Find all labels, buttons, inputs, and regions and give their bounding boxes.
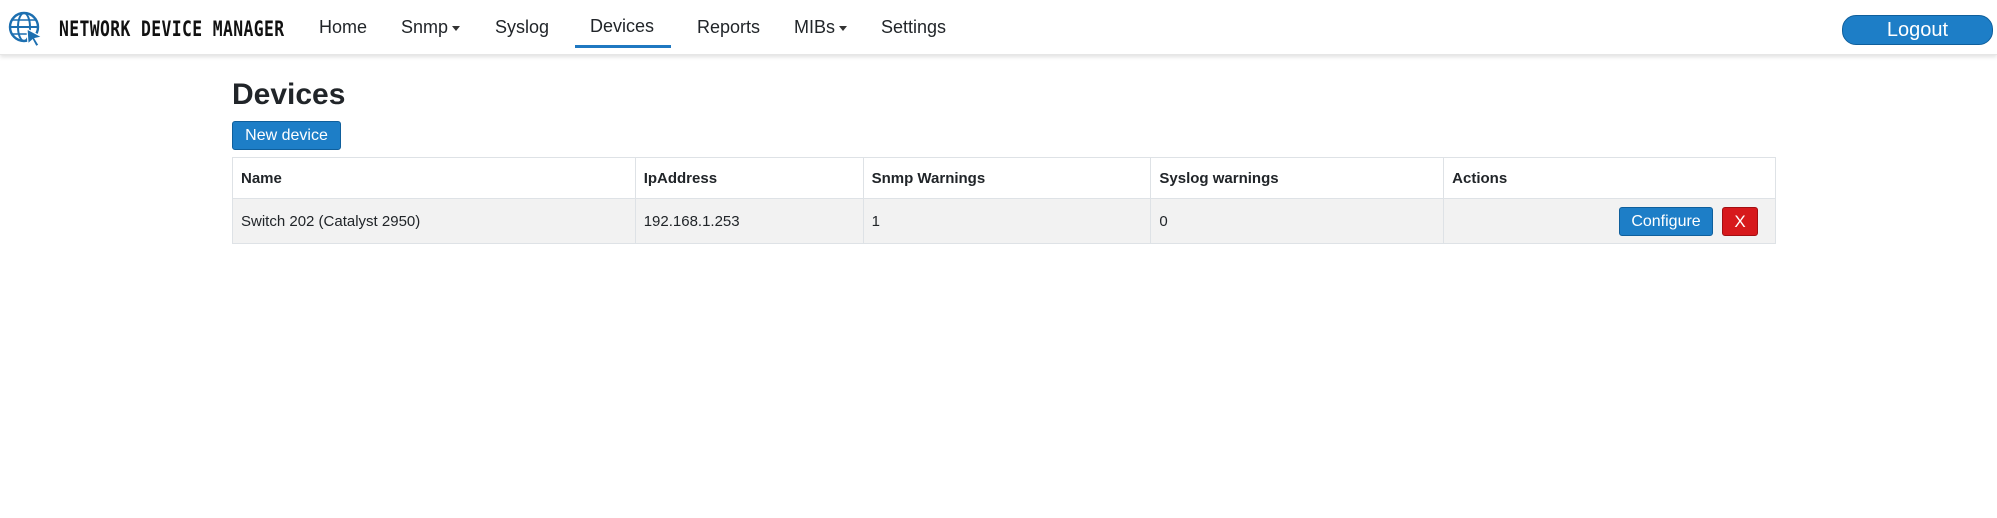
new-device-button[interactable]: New device	[232, 121, 341, 150]
active-nav-indicator	[575, 45, 671, 48]
actions-cell: Configure X	[1443, 198, 1776, 244]
column-header-ipaddress[interactable]: IpAddress	[634, 157, 864, 199]
device-ip-cell: 192.168.1.253	[634, 198, 864, 244]
delete-button[interactable]: X	[1722, 206, 1758, 236]
brand[interactable]: NETWORK DEVICE MANAGER	[7, 10, 348, 48]
syslog-warnings-cell: 0	[1150, 198, 1445, 244]
nav-home[interactable]: Home	[319, 17, 367, 38]
nav-snmp-label: Snmp	[401, 17, 449, 37]
brand-title: NETWORK DEVICE MANAGER	[59, 17, 285, 41]
table-header-row: Name IpAddress Snmp Warnings Syslog warn…	[232, 157, 1776, 199]
caret-down-icon	[839, 25, 848, 31]
globe-cursor-icon	[8, 11, 44, 48]
nav-devices[interactable]: Devices	[590, 16, 654, 37]
table-row: Switch 202 (Catalyst 2950) 192.168.1.253…	[232, 198, 1776, 244]
nav-mibs-label: MIBs	[794, 17, 836, 37]
configure-button[interactable]: Configure	[1619, 206, 1713, 236]
column-header-actions: Actions	[1443, 157, 1776, 199]
nav-reports[interactable]: Reports	[697, 17, 760, 38]
top-navbar: NETWORK DEVICE MANAGER Home Snmp Syslog …	[0, 0, 1997, 55]
column-header-name[interactable]: Name	[232, 157, 636, 199]
nav-snmp[interactable]: Snmp	[401, 17, 461, 38]
page-title: Devices	[232, 78, 346, 111]
caret-down-icon	[452, 25, 461, 31]
nav-settings[interactable]: Settings	[881, 17, 946, 38]
device-name-cell: Switch 202 (Catalyst 2950)	[232, 198, 636, 244]
logout-button[interactable]: Logout	[1842, 15, 1993, 45]
devices-table: Name IpAddress Snmp Warnings Syslog warn…	[232, 157, 1776, 244]
nav-mibs[interactable]: MIBs	[794, 17, 848, 38]
column-header-snmp-warnings[interactable]: Snmp Warnings	[862, 157, 1152, 199]
nav-syslog[interactable]: Syslog	[495, 17, 549, 38]
snmp-warnings-cell: 1	[862, 198, 1152, 244]
column-header-syslog-warnings[interactable]: Syslog warnings	[1150, 157, 1445, 199]
